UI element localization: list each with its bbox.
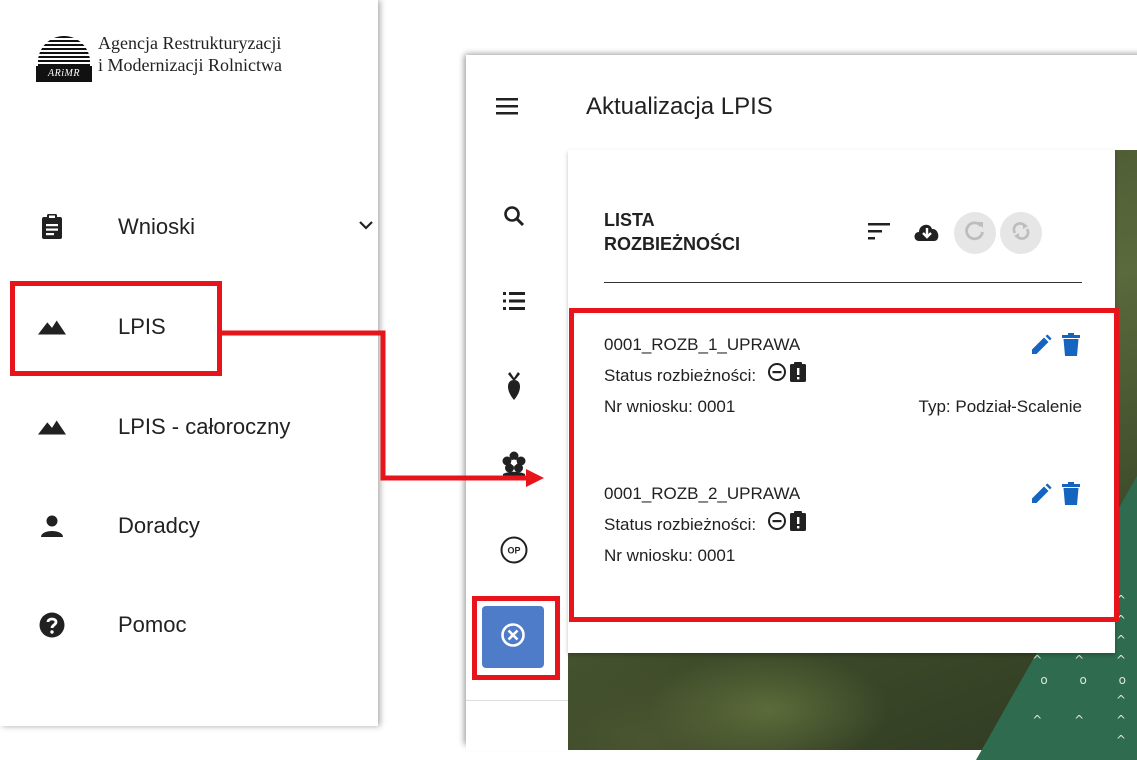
annotation-arrow [222,330,544,487]
